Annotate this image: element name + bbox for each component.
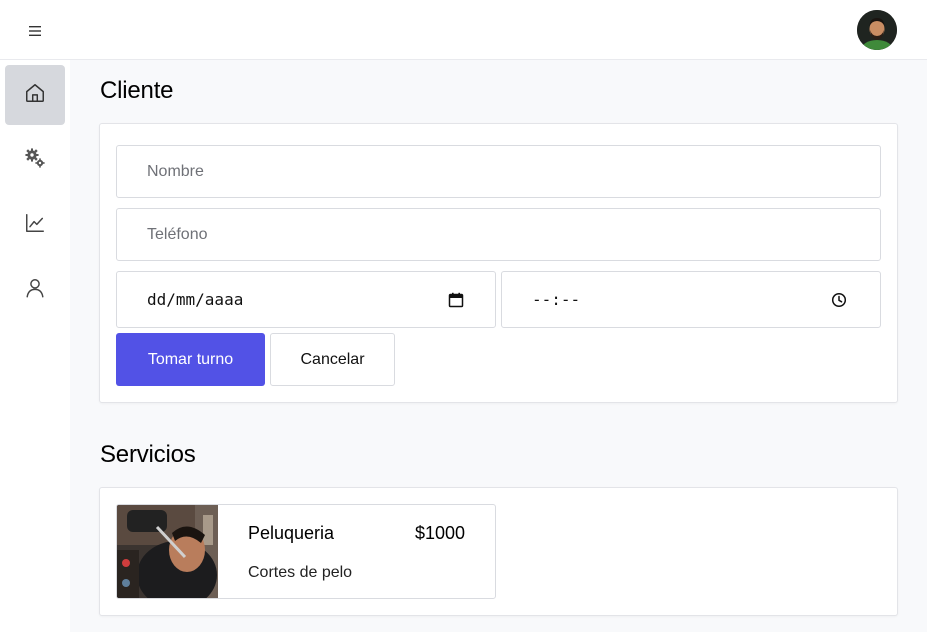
- sidebar-item-stats[interactable]: [5, 195, 65, 255]
- cliente-title: Cliente: [100, 77, 174, 104]
- clock-icon[interactable]: [831, 292, 847, 313]
- sidebar-item-profile[interactable]: [5, 260, 65, 320]
- time-field[interactable]: --:--: [501, 271, 881, 328]
- service-card[interactable]: Peluqueria $1000 Cortes de pelo: [116, 504, 496, 599]
- hamburger-icon[interactable]: [22, 18, 48, 44]
- sidebar: [0, 60, 70, 632]
- tomar-turno-button[interactable]: Tomar turno: [116, 333, 265, 386]
- sidebar-item-home[interactable]: [5, 65, 65, 125]
- date-field[interactable]: dd/mm/aaaa: [116, 271, 496, 328]
- service-name: Peluqueria: [248, 523, 335, 543]
- gears-icon: [23, 146, 47, 175]
- service-description: Cortes de pelo: [248, 564, 353, 581]
- chart-icon: [24, 212, 46, 239]
- servicios-title: Servicios: [100, 441, 196, 468]
- service-price: $1000: [414, 523, 465, 543]
- top-bar: [0, 0, 927, 60]
- telefono-field[interactable]: [116, 208, 881, 261]
- sidebar-item-settings[interactable]: [5, 130, 65, 190]
- user-icon: [24, 277, 46, 304]
- cancelar-button[interactable]: Cancelar: [270, 333, 395, 386]
- home-icon: [24, 82, 46, 109]
- nombre-field[interactable]: [116, 145, 881, 198]
- time-value: --:--: [532, 290, 581, 309]
- calendar-icon[interactable]: [448, 292, 464, 313]
- user-avatar[interactable]: [857, 10, 897, 50]
- date-value: dd/mm/aaaa: [147, 290, 244, 309]
- service-image: [117, 505, 218, 598]
